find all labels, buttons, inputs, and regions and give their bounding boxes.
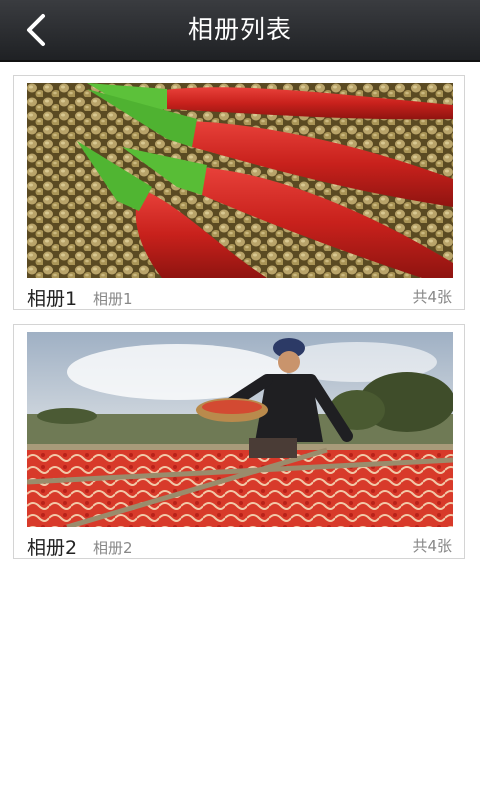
album-name: 相册2 xyxy=(27,537,78,559)
album-card-1[interactable]: 相册1 相册1 共4张 xyxy=(13,75,465,310)
album-cover-1 xyxy=(27,83,453,278)
album-photo-count: 共4张 xyxy=(412,537,452,555)
page-title: 相册列表 xyxy=(187,15,292,44)
album-subtitle: 相册1 xyxy=(93,290,133,308)
album-card-2[interactable]: 相册2 相册2 共4张 xyxy=(13,324,465,559)
top-bar: 相册列表 xyxy=(0,0,480,62)
album-photo-count: 共4张 xyxy=(412,288,452,306)
album-name: 相册1 xyxy=(27,288,78,310)
album-subtitle: 相册2 xyxy=(93,539,133,557)
album-cover-2 xyxy=(27,332,453,527)
